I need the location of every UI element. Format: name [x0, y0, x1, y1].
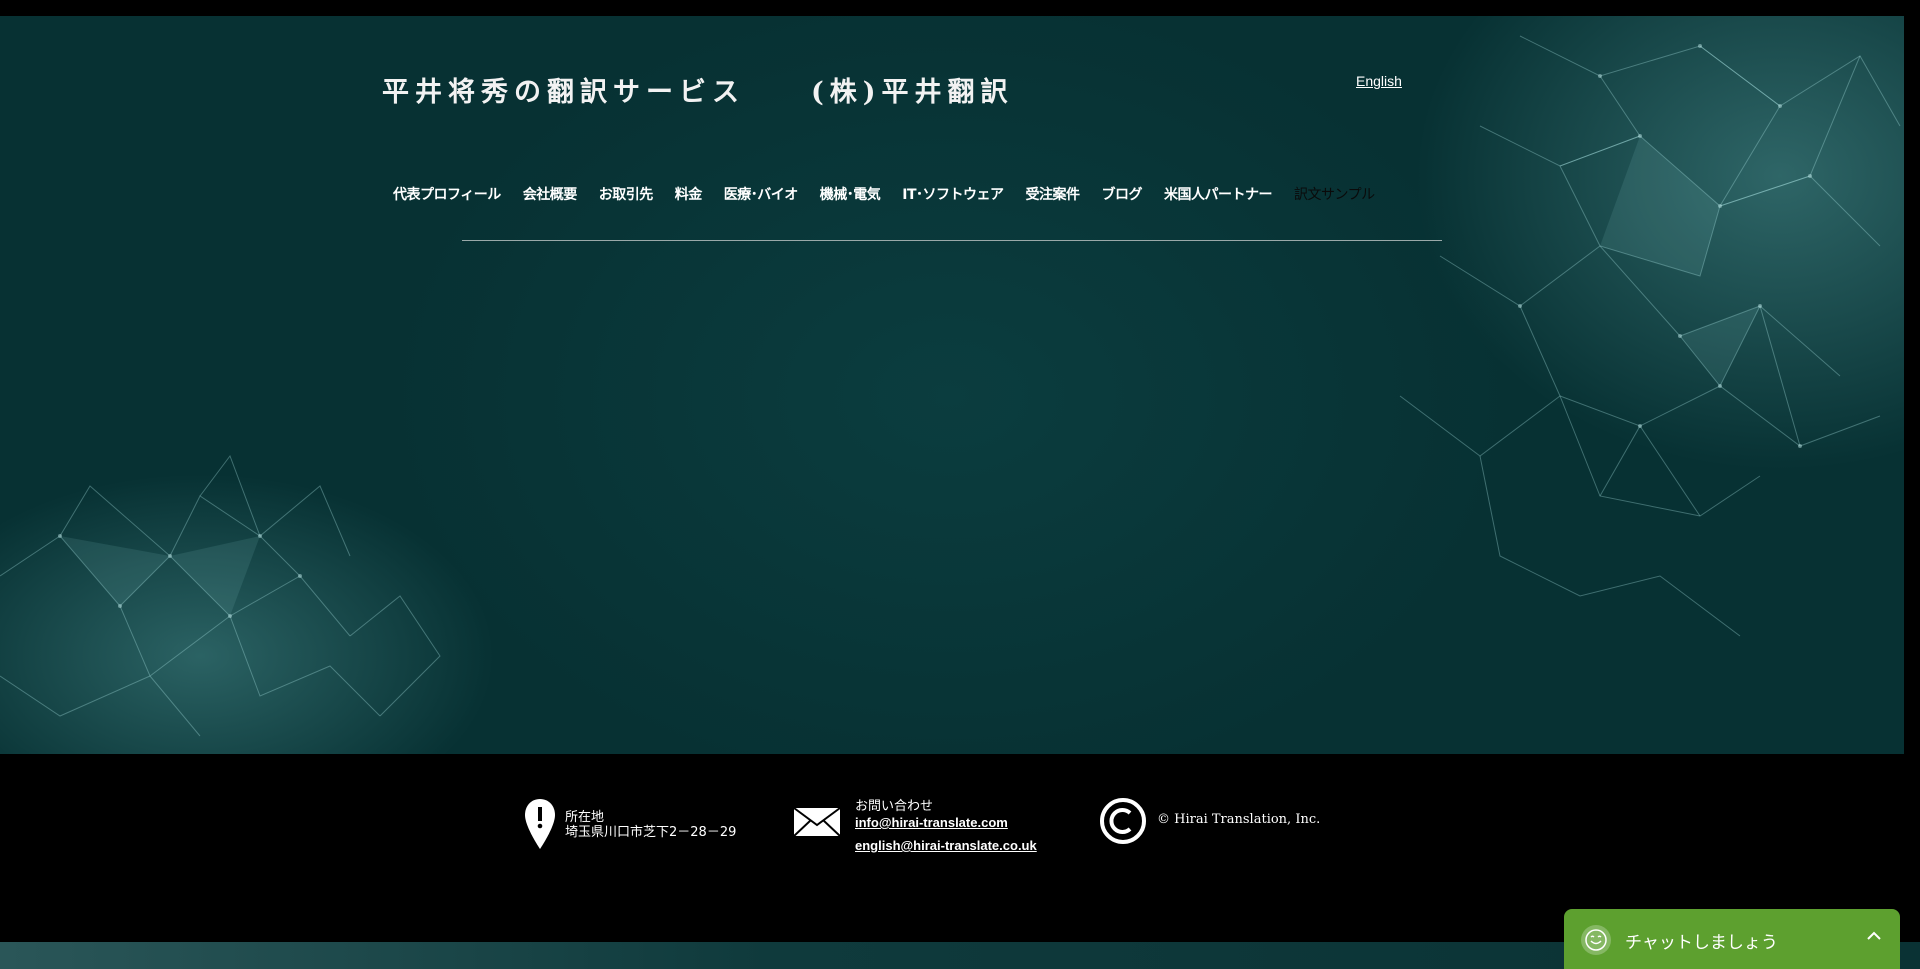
smiley-icon [1581, 925, 1611, 955]
english-language-link[interactable]: English [1356, 73, 1402, 89]
envelope-icon [793, 807, 841, 837]
nav-divider [462, 240, 1442, 241]
copyright-text: © Hirai Translation, Inc. [1157, 812, 1321, 827]
address-text: 埼玉県川口市芝下2－28－29 [565, 825, 737, 840]
nav-item-blog[interactable]: ブログ [1091, 180, 1154, 208]
email-english-link[interactable]: english@hirai-translate.co.uk [855, 838, 1037, 853]
nav-item-profile[interactable]: 代表プロフィール [382, 180, 512, 208]
network-background-graphic [0, 35, 1901, 737]
copyright-icon [1100, 798, 1146, 844]
nav-item-company[interactable]: 会社概要 [512, 180, 588, 208]
main-nav: 代表プロフィール 会社概要 お取引先 料金 医療･バイオ 機械･電気 IT･ソフ… [382, 180, 1386, 208]
hero-background [0, 16, 1904, 754]
nav-item-orders[interactable]: 受注案件 [1015, 180, 1091, 208]
nav-item-us-partner[interactable]: 米国人パートナー [1153, 180, 1283, 208]
nav-item-mechanical-electrical[interactable]: 機械･電気 [809, 180, 892, 208]
location-pin-icon [525, 799, 555, 849]
page: 平井将秀の翻訳サービス (株)平井翻訳 English 代表プロフィール 会社概… [0, 0, 1920, 969]
nav-item-it-software[interactable]: IT･ソフトウェア [891, 180, 1014, 208]
right-gutter [1904, 16, 1920, 969]
email-info-link[interactable]: info@hirai-translate.com [855, 815, 1008, 830]
site-title[interactable]: 平井将秀の翻訳サービス (株)平井翻訳 [382, 70, 1014, 109]
nav-item-medical-bio[interactable]: 医療･バイオ [713, 180, 809, 208]
chevron-up-icon[interactable] [1866, 931, 1882, 941]
nav-item-translation-samples[interactable]: 訳文サンプル [1283, 180, 1386, 208]
chat-widget[interactable]: チャットしましょう [1564, 909, 1900, 969]
contact-label: お問い合わせ [855, 799, 934, 814]
chat-label: チャットしましょう [1625, 932, 1778, 953]
nav-item-pricing[interactable]: 料金 [664, 180, 713, 208]
nav-item-clients[interactable]: お取引先 [588, 180, 664, 208]
top-strip [0, 0, 1920, 16]
